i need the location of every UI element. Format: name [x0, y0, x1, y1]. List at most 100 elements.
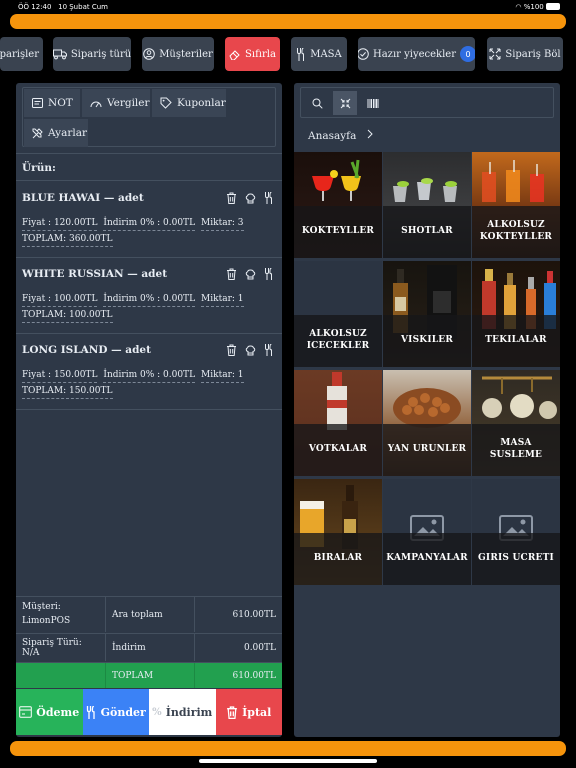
category-label: GIRIS UCRETI [472, 533, 560, 585]
chef-hat-icon[interactable] [245, 268, 256, 280]
order-tabs: NOT Vergiler Kuponlar Ayarlar [22, 87, 276, 147]
order-type-button[interactable]: Sipariş türü [53, 37, 131, 71]
reset-button[interactable]: Sıfırla [225, 37, 280, 71]
send-label: Gönder [100, 705, 146, 719]
category-tile[interactable]: BIRALAR [294, 479, 382, 585]
toolbar: Siparişler Sipariş türü Müşteriler Sıfır… [0, 35, 576, 75]
category-tile[interactable]: ALKOLSUZ KOKTEYLLER [472, 152, 560, 258]
discount-button[interactable]: % İndirim [149, 689, 216, 735]
split-order-button[interactable]: Sipariş Böl [487, 37, 563, 71]
category-tile[interactable]: MASA SUSLEME [472, 370, 560, 476]
order-item[interactable]: BLUE HAWAI — adet Fiyat : 120.00TL İndir… [16, 182, 282, 258]
catalog-panel: Anasayfa KOKTEYLLER SHOTLAR ALKOLSUZ KOK… [294, 83, 560, 737]
cocktail-image [312, 159, 361, 201]
status-date: 10 Şubat Cum [58, 3, 108, 11]
percent-icon: % [152, 706, 162, 718]
item-name: WHITE RUSSIAN — adet [22, 268, 168, 280]
category-label: YAN URUNLER [383, 424, 471, 476]
subtotal-label: Ara toplam [112, 609, 163, 620]
send-button[interactable]: Gönder [82, 689, 149, 735]
table-label: MASA [310, 48, 342, 60]
category-label: MASA SUSLEME [472, 424, 560, 476]
category-tile[interactable]: GIRIS UCRETI [472, 479, 560, 585]
category-tile[interactable]: YAN URUNLER [383, 370, 471, 476]
table-decor-image [482, 376, 557, 419]
nuts-bowl-image [393, 388, 461, 428]
order-actions: Ödeme Gönder % İndirim İptal [16, 689, 282, 735]
tab-settings[interactable]: Ayarlar [24, 119, 88, 147]
item-price: Fiyat : 150.00TL [22, 370, 98, 383]
mocktail-image [482, 160, 544, 202]
discount-button-label: İndirim [165, 705, 213, 719]
total-value: 610.00TL [194, 663, 282, 688]
tab-coupons[interactable]: Kuponlar [152, 89, 226, 117]
category-tile[interactable]: TEKILALAR [472, 261, 560, 367]
tab-coupons-label: Kuponlar [177, 97, 226, 109]
tag-icon [160, 97, 172, 109]
fork-knife-icon[interactable] [264, 344, 274, 356]
order-type-label: Sipariş türü [70, 48, 131, 60]
tab-note[interactable]: NOT [24, 89, 80, 117]
item-total: TOPLAM: 100.00TL [22, 310, 113, 323]
status-bar: ÖÖ 12:40 10 Şubat Cum ◠ %100 [0, 0, 576, 14]
trash-icon[interactable] [226, 192, 237, 204]
check-circle-icon [358, 48, 369, 60]
category-tile[interactable]: VOTKALAR [294, 370, 382, 476]
collapse-button[interactable] [333, 91, 357, 115]
pay-button[interactable]: Ödeme [16, 689, 83, 735]
trash-icon [227, 705, 237, 719]
collapse-arrows-icon [340, 98, 350, 108]
item-name: BLUE HAWAI — adet [22, 192, 144, 204]
trash-icon[interactable] [226, 268, 237, 280]
ready-food-button[interactable]: Hazır yiyecekler 0 [358, 37, 475, 71]
tab-note-label: NOT [48, 97, 73, 109]
cancel-button[interactable]: İptal [215, 689, 282, 735]
fork-knife-icon[interactable] [264, 268, 274, 280]
user-circle-icon [143, 48, 155, 60]
fork-knife-icon [86, 705, 95, 719]
order-item[interactable]: WHITE RUSSIAN — adet Fiyat : 100.00TL İn… [16, 258, 282, 334]
battery-icon [546, 3, 560, 10]
battery-percent: %100 [523, 3, 544, 11]
customers-button[interactable]: Müşteriler [142, 37, 214, 71]
products-heading: Ürün: [16, 153, 282, 181]
bottom-accent-bar [10, 741, 566, 756]
table-button[interactable]: MASA [291, 37, 347, 71]
trash-icon[interactable] [226, 344, 237, 356]
credit-card-icon [19, 706, 33, 718]
ready-food-count-badge: 0 [460, 46, 475, 62]
tab-taxes[interactable]: Vergiler [82, 89, 150, 117]
category-tile[interactable]: ALKOLSUZ ICECEKLER [294, 261, 382, 367]
category-tile[interactable]: KAMPANYALAR [383, 479, 471, 585]
tools-icon [32, 127, 43, 138]
category-tile[interactable]: KOKTEYLLER [294, 152, 382, 258]
category-tile[interactable]: SHOTLAR [383, 152, 471, 258]
customer-info[interactable]: Müşteri: LimonPOS [16, 597, 106, 632]
order-item[interactable]: LONG ISLAND — adet Fiyat : 150.00TL İndi… [16, 334, 282, 410]
truck-icon [53, 49, 67, 59]
chef-hat-icon[interactable] [245, 344, 256, 356]
category-label: TEKILALAR [472, 315, 560, 367]
home-indicator[interactable] [199, 759, 377, 763]
shot-glasses-image [393, 178, 457, 202]
fork-knife-icon[interactable] [264, 192, 274, 204]
gauge-icon [90, 101, 102, 107]
chevron-right-icon [367, 129, 373, 139]
subtotal-value: 610.00TL [194, 597, 282, 632]
reset-label: Sıfırla [245, 48, 276, 60]
item-discount: İndirim 0% : 0.00TL [103, 370, 196, 383]
category-tile[interactable]: VISKILER [383, 261, 471, 367]
orders-button[interactable]: Siparişler [0, 37, 43, 71]
search-button[interactable] [305, 91, 329, 115]
breadcrumb-home[interactable]: Anasayfa [308, 130, 356, 142]
breadcrumb[interactable]: Anasayfa [294, 123, 560, 151]
item-total: TOPLAM: 150.00TL [22, 386, 113, 399]
category-label: SHOTLAR [383, 206, 471, 258]
item-price: Fiyat : 120.00TL [22, 218, 98, 231]
item-price: Fiyat : 100.00TL [22, 294, 98, 307]
chef-hat-icon[interactable] [245, 192, 256, 204]
barcode-button[interactable] [361, 91, 385, 115]
category-label: KOKTEYLLER [294, 206, 382, 258]
category-label: VOTKALAR [294, 424, 382, 476]
discount-value: 0.00TL [194, 634, 282, 661]
